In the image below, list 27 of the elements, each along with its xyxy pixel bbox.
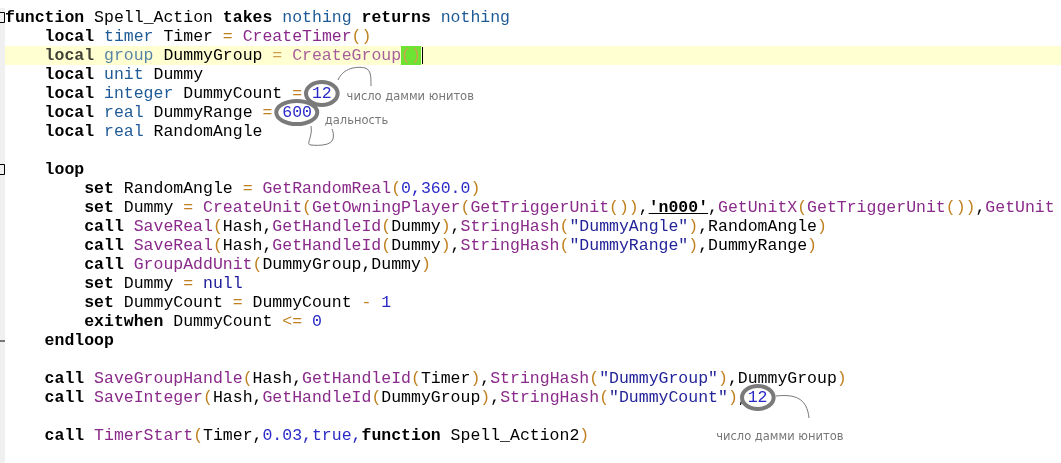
code-line: local timer Timer = CreateTimer() [44,27,372,46]
code-line: local unit Dummy [44,65,204,84]
code-line: local group DummyGroup = CreateGroup() [44,46,421,65]
code-line: call SaveGroupHandle(Hash,GetHandleId(Timer),StringHash("DummyGroup"),DummyGroup) [44,369,847,388]
code-line: exitwhen DummyCount <= 0 [84,312,322,331]
fold-marker-icon[interactable] [0,12,5,23]
code-line: local real DummyRange = 600 [44,103,312,122]
code-line: endloop [44,331,114,350]
code-line: loop [44,160,85,179]
code-line: function Spell_Action takes nothing returns nothing [5,8,511,27]
code-line: set Dummy = null [84,274,243,293]
code-line: set RandomAngle = GetRandomReal(0,360.0) [84,179,481,198]
code-line: call SaveReal(Hash,GetHandleId(Dummy),StringHash("DummyRange"),DummyRange) [84,236,817,255]
annotation-note: дальность [324,113,389,127]
code-line: call TimerStart(Timer,0.03,true,function Spell_Action2) [44,426,590,445]
code-line: set Dummy = CreateUnit(GetOwningPlayer(GetTriggerUnit()),'n000',GetUnitX(GetTriggerUnit()),GetUnit [84,198,1055,217]
code-line: local integer DummyCount = 12 [44,84,332,103]
fold-marker-icon[interactable] [0,339,5,342]
fold-marker-icon[interactable] [0,164,5,175]
code-line: set DummyCount = DummyCount - 1 [84,293,392,312]
annotation-note: число дамми юнитов [716,429,844,443]
leader-line [775,394,812,420]
code-line: call SaveReal(Hash,GetHandleId(Dummy),StringHash("DummyAngle"),RandomAngle) [84,217,827,236]
code-line: call GroupAddUnit(DummyGroup,Dummy) [84,255,431,274]
annotation-note: число дамми юнитов [346,89,474,103]
code-line: local real RandomAngle [44,122,263,141]
leader-line [336,66,373,88]
